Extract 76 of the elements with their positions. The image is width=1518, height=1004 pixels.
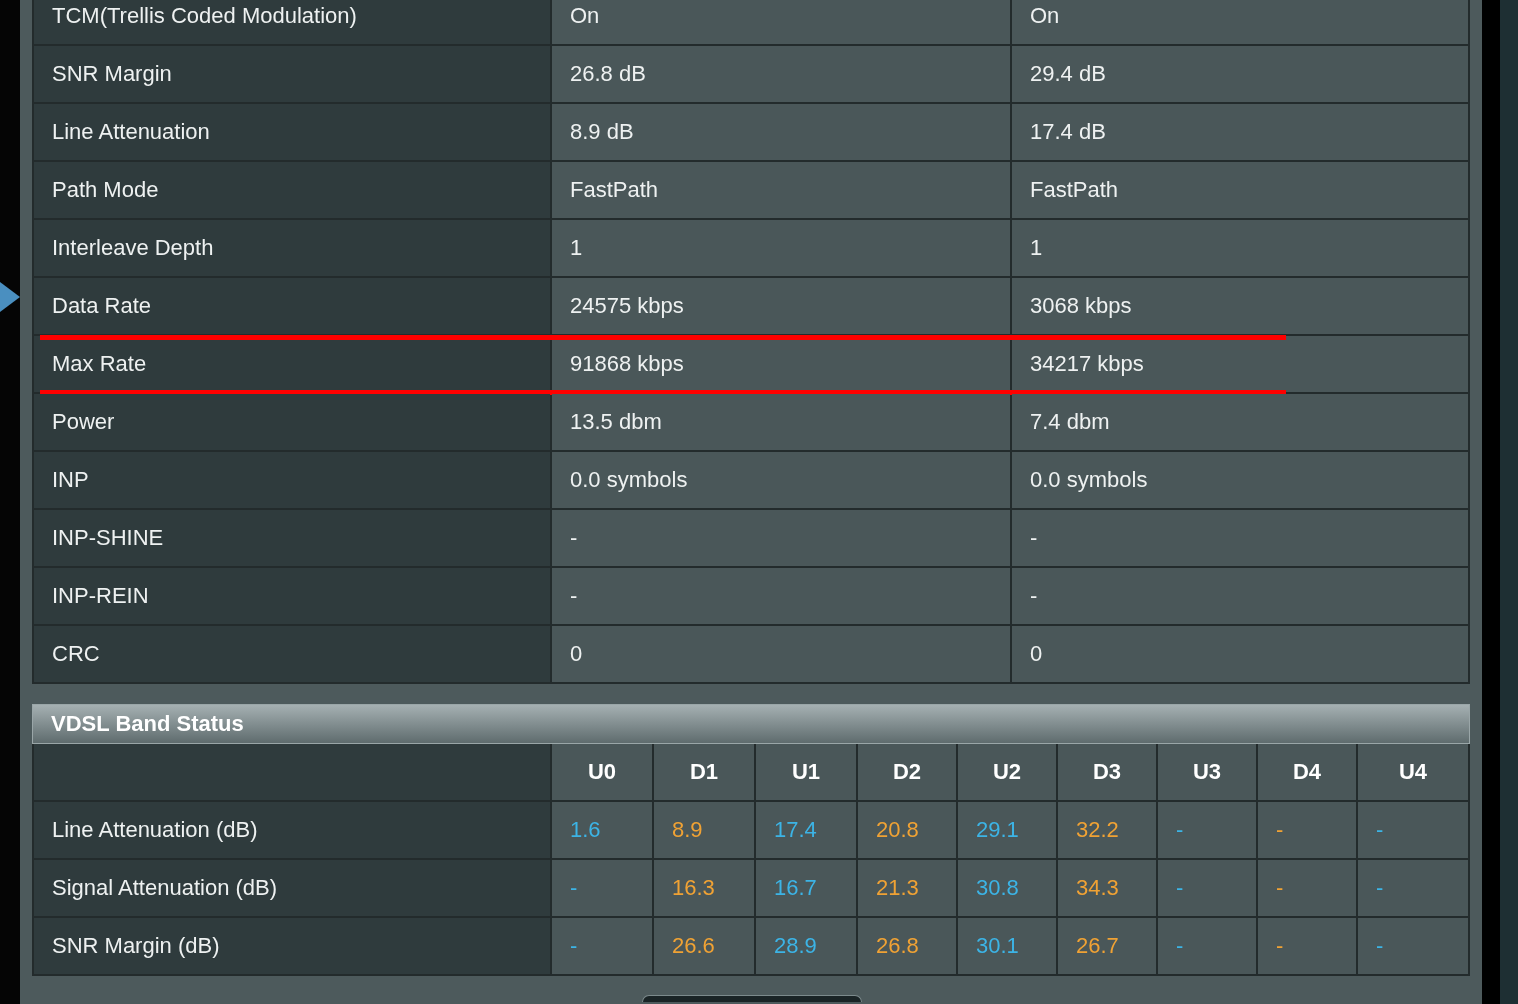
- band-value: -: [1176, 875, 1184, 901]
- table-cell: 13.5 dbm: [552, 394, 1010, 450]
- band-value: 26.7: [1076, 933, 1119, 959]
- table-cell: 29.4 dB: [1012, 46, 1468, 102]
- column-header: D2: [858, 744, 956, 800]
- column-header: U4: [1358, 744, 1468, 800]
- row-label: INP-REIN: [34, 568, 550, 624]
- band-value: 26.8: [876, 933, 919, 959]
- table-cell: -: [1012, 510, 1468, 566]
- band-value: -: [570, 875, 578, 901]
- row-label: Path Mode: [34, 162, 550, 218]
- row-label: Signal Attenuation (dB): [34, 860, 550, 916]
- button-edge[interactable]: [642, 995, 862, 1002]
- band-value: 30.8: [976, 875, 1019, 901]
- row-label: CRC: [34, 626, 550, 682]
- band-value: 20.8: [876, 817, 919, 843]
- band-value: 8.9: [672, 817, 703, 843]
- band-value: 21.3: [876, 875, 919, 901]
- band-value: -: [1276, 817, 1284, 843]
- row-label: Data Rate: [34, 278, 550, 334]
- band-value: 26.6: [672, 933, 715, 959]
- arrow-icon[interactable]: [0, 282, 20, 312]
- table-cell: 0: [552, 626, 1010, 682]
- table-cell: -: [1012, 568, 1468, 624]
- row-label: INP: [34, 452, 550, 508]
- table-cell: 1: [552, 220, 1010, 276]
- column-header: D3: [1058, 744, 1156, 800]
- band-value: 29.1: [976, 817, 1019, 843]
- band-value: 34.3: [1076, 875, 1119, 901]
- row-label: INP-SHINE: [34, 510, 550, 566]
- row-label: Interleave Depth: [34, 220, 550, 276]
- column-header: U2: [958, 744, 1056, 800]
- row-label: Power: [34, 394, 550, 450]
- band-value: -: [1176, 933, 1184, 959]
- band-value: 17.4: [774, 817, 817, 843]
- band-value: -: [1276, 875, 1284, 901]
- band-value: -: [1376, 933, 1384, 959]
- table-cell: -: [552, 568, 1010, 624]
- column-header: D4: [1258, 744, 1356, 800]
- band-value: -: [1376, 875, 1384, 901]
- table-cell: 8.9 dB: [552, 104, 1010, 160]
- table-cell: 1: [1012, 220, 1468, 276]
- band-value: -: [570, 933, 578, 959]
- table-cell: -: [552, 510, 1010, 566]
- table-cell: 3068 kbps: [1012, 278, 1468, 334]
- table-cell: 0.0 symbols: [1012, 452, 1468, 508]
- band-value: -: [1276, 933, 1284, 959]
- column-header: U0: [552, 744, 652, 800]
- table-cell: On: [1012, 0, 1468, 44]
- row-label: SNR Margin (dB): [34, 918, 550, 974]
- band-value: 28.9: [774, 933, 817, 959]
- band-value: 32.2: [1076, 817, 1119, 843]
- row-label: Line Attenuation (dB): [34, 802, 550, 858]
- table-cell: 7.4 dbm: [1012, 394, 1468, 450]
- table-cell: 17.4 dB: [1012, 104, 1468, 160]
- band-value: 16.7: [774, 875, 817, 901]
- table-cell: FastPath: [1012, 162, 1468, 218]
- band-value: 16.3: [672, 875, 715, 901]
- band-value: 1.6: [570, 817, 601, 843]
- band-value: 30.1: [976, 933, 1019, 959]
- column-header: U3: [1158, 744, 1256, 800]
- table-cell: 0.0 symbols: [552, 452, 1010, 508]
- table-cell: FastPath: [552, 162, 1010, 218]
- row-label: TCM(Trellis Coded Modulation): [34, 0, 550, 44]
- band-value: -: [1176, 817, 1184, 843]
- table-cell: 24575 kbps: [552, 278, 1010, 334]
- column-header: U1: [756, 744, 856, 800]
- table-cell: On: [552, 0, 1010, 44]
- column-header: D1: [654, 744, 754, 800]
- table-cell: 0: [1012, 626, 1468, 682]
- section-title: VDSL Band Status: [51, 711, 244, 737]
- band-value: -: [1376, 817, 1384, 843]
- row-label: SNR Margin: [34, 46, 550, 102]
- row-label: Line Attenuation: [34, 104, 550, 160]
- table-cell: 26.8 dB: [552, 46, 1010, 102]
- table-cell: 34217 kbps: [1012, 336, 1468, 392]
